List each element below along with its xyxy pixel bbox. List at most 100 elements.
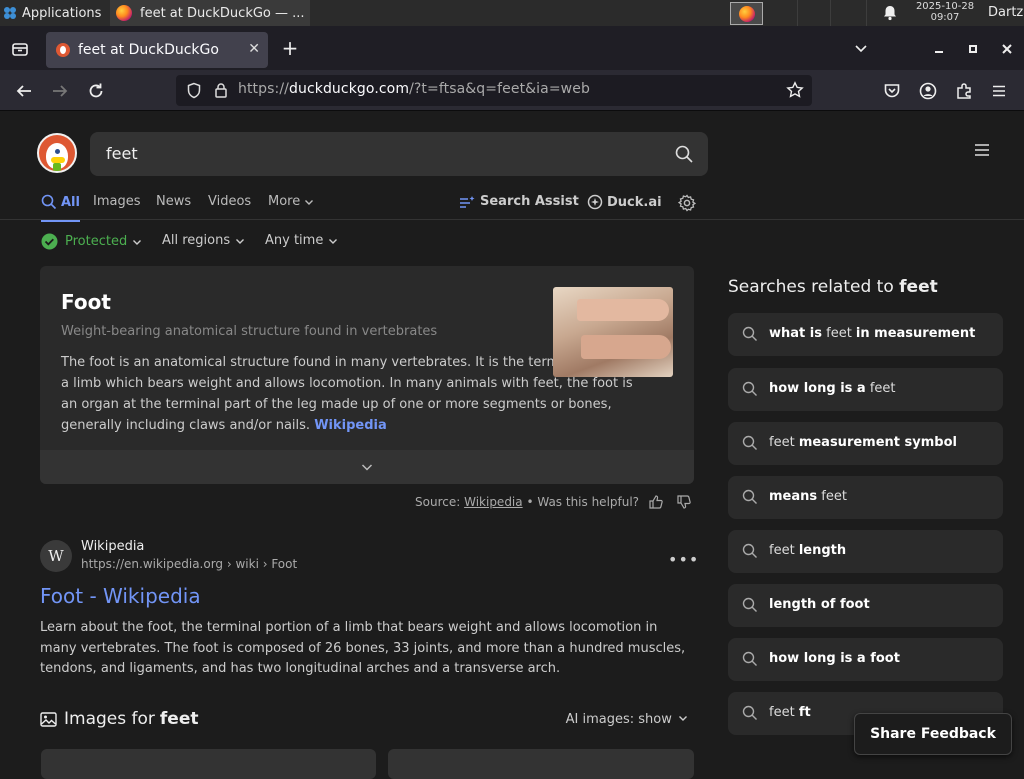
pocket-icon[interactable] [883, 82, 901, 100]
source-link[interactable]: Wikipedia [464, 495, 523, 509]
chevron-down-icon [329, 238, 338, 244]
images-heading[interactable]: Images for feet [40, 709, 198, 729]
new-tab-button[interactable]: + [280, 38, 300, 58]
time-label: Any time [265, 233, 324, 248]
search-icon [41, 194, 57, 210]
close-window-icon[interactable] [1001, 43, 1013, 55]
knowledge-panel-title: Foot [61, 290, 111, 314]
result-snippet: Learn about the foot, the terminal porti… [40, 620, 686, 676]
related-search-item[interactable]: length of foot [728, 584, 1003, 627]
app-menu-icon[interactable] [991, 83, 1007, 99]
tab-news[interactable]: News [156, 194, 191, 209]
knowledge-panel-source: Source: Wikipedia • Was this helpful? [415, 495, 691, 509]
settings-button[interactable] [678, 194, 696, 212]
related-search-text-part: in measurement [855, 326, 976, 341]
related-search-item[interactable]: what is feet in measurement [728, 313, 1003, 356]
search-query-text[interactable]: feet [106, 144, 138, 163]
url-text[interactable]: https://duckduckgo.com/?t=ftsa&q=feet&ia… [238, 81, 590, 97]
hamburger-menu-icon[interactable] [974, 143, 990, 157]
thumbs-up-icon[interactable] [649, 495, 663, 509]
wikipedia-link[interactable]: Wikipedia [314, 418, 387, 433]
related-search-item[interactable]: how long is a feet [728, 368, 1003, 411]
duck-tie [53, 163, 61, 171]
address-bar[interactable]: https://duckduckgo.com/?t=ftsa&q=feet&ia… [176, 75, 812, 106]
tab-videos[interactable]: Videos [208, 194, 251, 209]
minimize-icon[interactable] [933, 44, 945, 56]
navigation-toolbar: https://duckduckgo.com/?t=ftsa&q=feet&ia… [0, 70, 1024, 111]
search-assist-button[interactable]: Search Assist [459, 194, 579, 209]
tab-duckduckgo[interactable]: feet at DuckDuckGo ✕ [46, 32, 268, 68]
check-circle-icon [41, 233, 58, 250]
time-filter[interactable]: Any time [265, 233, 338, 248]
related-search-text: length of foot [769, 597, 870, 612]
related-search-text-part: feet [865, 381, 896, 396]
clock[interactable]: 2025-10-28 09:07 [904, 1, 986, 23]
maximize-icon[interactable] [967, 43, 979, 55]
account-icon[interactable] [919, 82, 937, 100]
related-search-item[interactable]: how long is a foot [728, 638, 1003, 681]
related-search-text-part: length of foot [769, 597, 870, 612]
tab-overflow-chevron-icon[interactable] [854, 42, 868, 56]
taskbar-window-button[interactable]: feet at DuckDuckGo — ... [110, 0, 310, 26]
search-icon [742, 543, 757, 558]
tab-close-icon[interactable]: ✕ [248, 41, 260, 57]
bookmark-star-icon[interactable] [786, 81, 804, 99]
image-result-tile[interactable] [41, 749, 376, 779]
related-search-item[interactable]: feet measurement symbol [728, 422, 1003, 465]
search-icon[interactable] [674, 144, 694, 164]
extensions-icon[interactable] [955, 82, 973, 100]
feet-thumbnail-image[interactable] [553, 287, 673, 377]
search-icon [742, 705, 757, 720]
duck-ai-button[interactable]: Duck.ai [587, 194, 662, 210]
duckduckgo-logo[interactable] [37, 133, 77, 173]
reload-button[interactable] [85, 80, 107, 102]
back-button[interactable] [13, 80, 35, 102]
search-vertical-tabs: All Images News Videos More Search Assis… [0, 189, 1024, 222]
notification-bell-icon[interactable] [881, 4, 899, 22]
result-title-link[interactable]: Foot - Wikipedia [40, 584, 201, 608]
related-search-item[interactable]: feet length [728, 530, 1003, 573]
share-feedback-button[interactable]: Share Feedback [854, 713, 1012, 755]
chevron-down-icon [361, 464, 373, 471]
search-icon [742, 489, 757, 504]
reload-icon [89, 83, 103, 98]
protected-filter[interactable]: Protected [41, 233, 142, 250]
result-site-name[interactable]: Wikipedia [81, 539, 144, 554]
tracking-protection-shield-icon[interactable] [186, 82, 202, 99]
related-search-item[interactable]: means feet [728, 476, 1003, 519]
tray-firefox-button[interactable] [730, 2, 763, 25]
chevron-down-icon [133, 239, 142, 245]
tab-more[interactable]: More [268, 194, 314, 209]
more-options-icon[interactable]: ••• [668, 550, 699, 569]
ai-images-toggle[interactable]: AI images: show [566, 712, 688, 727]
applications-icon [4, 7, 16, 19]
gear-icon [678, 194, 696, 212]
user-name[interactable]: Dartz [988, 5, 1023, 20]
duck-eye [55, 149, 60, 154]
forward-button[interactable] [49, 80, 71, 102]
firefox-icon [738, 5, 755, 22]
duckduckgo-favicon-icon [56, 43, 70, 57]
search-input[interactable]: feet [90, 132, 708, 176]
lock-icon[interactable] [214, 82, 228, 99]
expand-panel-button[interactable] [40, 450, 694, 484]
related-search-text: how long is a foot [769, 651, 900, 666]
image-result-tile[interactable] [388, 749, 694, 779]
related-search-text: what is feet in measurement [769, 326, 975, 341]
list-all-tabs-icon[interactable] [11, 40, 29, 58]
taskbar-divider [797, 0, 798, 26]
taskbar-window-title: feet at DuckDuckGo — ... [140, 5, 305, 21]
region-filter[interactable]: All regions [162, 233, 245, 248]
tab-images[interactable]: Images [93, 194, 141, 209]
forward-arrow-icon [53, 85, 68, 97]
tab-all-label: All [61, 194, 80, 210]
result-breadcrumb[interactable]: https://en.wikipedia.org › wiki › Foot [81, 557, 297, 571]
related-search-text-part: means [769, 489, 818, 504]
related-search-text-part: feet [769, 435, 799, 450]
applications-menu[interactable]: Applications [0, 0, 108, 26]
tab-all[interactable]: All [41, 194, 80, 222]
duckduckgo-results-page: feet All Images News Videos More Search … [0, 111, 1024, 779]
clock-date: 2025-10-28 [915, 1, 975, 12]
search-assist-label: Search Assist [480, 194, 579, 209]
thumbs-down-icon[interactable] [677, 495, 691, 509]
